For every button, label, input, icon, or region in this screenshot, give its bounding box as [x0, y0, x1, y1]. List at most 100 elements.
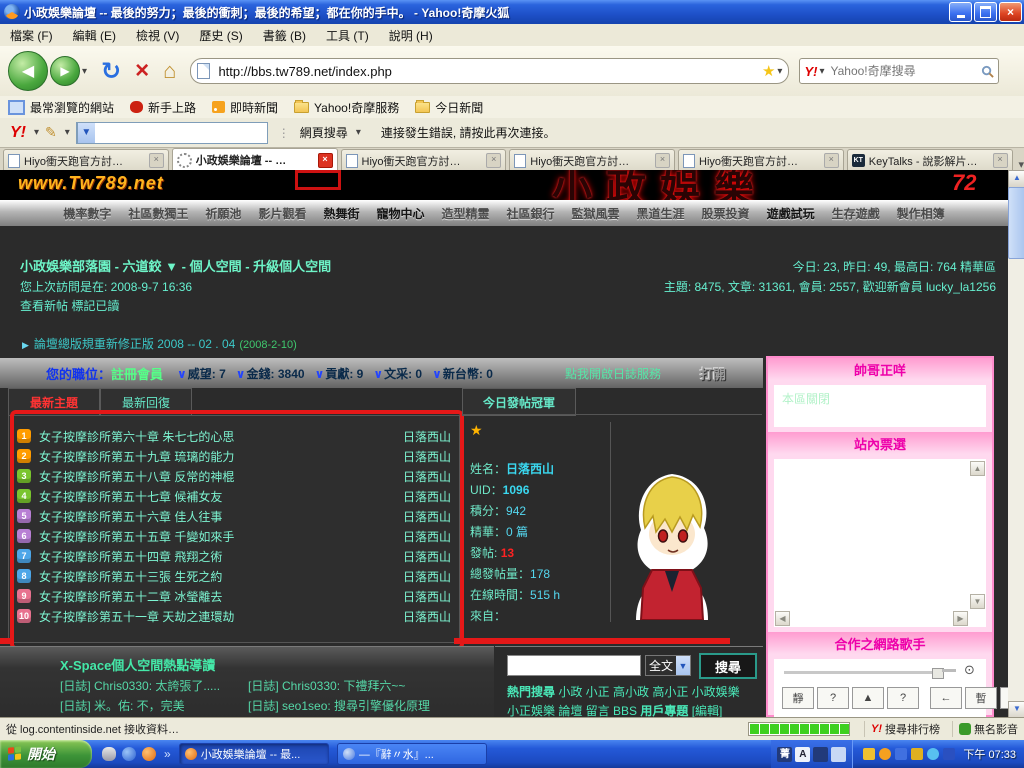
volume-tray-icon[interactable]: [927, 748, 939, 760]
tab-close-icon[interactable]: ×: [149, 153, 164, 168]
blog-entry-link[interactable]: [日誌] seo1seo: 搜尋引擎優化原理: [248, 697, 430, 714]
yahoo-toolbar-search-combo[interactable]: ▼: [76, 122, 268, 144]
tab-close-icon[interactable]: ×: [824, 153, 839, 168]
forum-breadcrumb[interactable]: 小政娛樂部落園 - 六道鉸 ▼ - 個人空間 - 升級個人空間: [20, 256, 331, 275]
url-input[interactable]: [216, 63, 762, 80]
nav-item[interactable]: 祈願池: [205, 205, 241, 222]
blog-entry-link[interactable]: [日誌] Chris0330: 太誇張了.....: [60, 677, 220, 694]
view-new-posts-links[interactable]: 查看新帖 標記已讀: [20, 297, 119, 314]
scroll-right-icon[interactable]: ▶: [953, 611, 968, 626]
forward-button[interactable]: ▶: [50, 56, 80, 86]
menu-file[interactable]: 檔案 (F): [0, 25, 63, 46]
tab-keytalks[interactable]: KTKeyTalks - 說影解片…×: [847, 149, 1013, 171]
mail-tray-icon[interactable]: [863, 748, 875, 760]
nav-item[interactable]: 遊戲試玩: [767, 205, 815, 222]
scroll-left-icon[interactable]: ◀: [775, 611, 790, 626]
show-desktop-icon[interactable]: [102, 747, 116, 761]
nav-item[interactable]: 生存遊戲: [832, 205, 880, 222]
page-scrollbar[interactable]: ▲ ▼: [1008, 170, 1024, 717]
tab-hiyo-1[interactable]: Hiyo衝天跑官方討…×: [3, 149, 169, 171]
yahoo-rank-badge[interactable]: Y!搜尋排行榜: [871, 721, 940, 737]
ie-icon[interactable]: [122, 747, 136, 761]
blog-entry-link[interactable]: [日誌] Chris0330: 下禮拜六~~: [248, 677, 405, 694]
minimize-button[interactable]: [949, 2, 972, 22]
player-back-button[interactable]: ←: [930, 687, 962, 709]
search-engine-dropdown-icon[interactable]: ▾: [819, 66, 824, 77]
forum-search-button[interactable]: 搜尋: [699, 653, 757, 679]
ime-options-icon[interactable]: [831, 747, 846, 762]
taskbar-task-forum[interactable]: 小政娛樂論壇 -- 最...: [179, 743, 329, 765]
player-play-button[interactable]: ▲: [852, 687, 884, 709]
yahoo-search-input[interactable]: [828, 63, 981, 79]
pencil-icon[interactable]: ✎: [45, 124, 57, 141]
alert-tray-icon[interactable]: [911, 748, 923, 760]
yahoo-logo-dropdown-icon[interactable]: ▾: [34, 127, 39, 138]
web-search-button[interactable]: 網頁搜尋: [300, 124, 348, 141]
clock[interactable]: 下午 07:33: [963, 746, 1016, 762]
scroll-down-icon[interactable]: ▼: [970, 594, 985, 609]
menu-history[interactable]: 歷史 (S): [189, 25, 252, 46]
ime-letter-icon[interactable]: A: [795, 747, 810, 762]
pencil-dropdown-icon[interactable]: ▾: [65, 127, 70, 138]
search-scope-select[interactable]: 全文▼: [645, 655, 691, 676]
yahoo-toolbar-logo-icon[interactable]: Y!: [10, 124, 26, 142]
nav-item[interactable]: 社區銀行: [507, 205, 555, 222]
tab-hiyo-2[interactable]: Hiyo衝天跑官方討…×: [341, 149, 507, 171]
player-seek-slider[interactable]: [784, 671, 934, 674]
toolbar-error-message[interactable]: 連接發生錯誤, 請按此再次連接。: [381, 124, 556, 141]
bookmark-latest-news[interactable]: 即時新聞: [212, 99, 278, 116]
nav-item[interactable]: 製作相簿: [897, 205, 945, 222]
tab-close-icon[interactable]: ×: [318, 153, 333, 168]
nav-item[interactable]: 寵物中心: [376, 205, 424, 222]
start-button[interactable]: 開始: [0, 740, 92, 768]
scroll-down-icon[interactable]: ▼: [1008, 701, 1024, 717]
tab-forum-active[interactable]: 小政娛樂論壇 -- …×: [172, 148, 338, 171]
web-search-dropdown-icon[interactable]: ▾: [356, 127, 361, 138]
player-target-icon[interactable]: ⊙: [964, 662, 975, 678]
document-tray-icon[interactable]: [943, 748, 955, 760]
tab-today-top-poster[interactable]: 今日發帖冠軍: [462, 388, 576, 416]
ime-chinese-icon[interactable]: 菁: [777, 747, 792, 762]
player-mute-button[interactable]: 靜: [782, 687, 814, 709]
app-tray-icon[interactable]: [895, 748, 907, 760]
close-button[interactable]: ×: [999, 2, 1022, 22]
bookmark-getting-started[interactable]: 新手上路: [130, 99, 196, 116]
scrollbar-thumb[interactable]: [1008, 187, 1024, 259]
menu-tools[interactable]: 工具 (T): [316, 25, 379, 46]
nav-item[interactable]: 社區數獨王: [128, 205, 188, 222]
restore-button[interactable]: [974, 2, 997, 22]
back-button[interactable]: ◀: [8, 51, 48, 91]
menu-help[interactable]: 說明 (H): [379, 25, 443, 46]
ime-keyboard-icon[interactable]: [813, 747, 828, 762]
nav-item[interactable]: 監獄風雲: [572, 205, 620, 222]
scroll-up-icon[interactable]: ▲: [1008, 170, 1024, 188]
tab-hiyo-3[interactable]: Hiyo衝天跑官方討…×: [509, 149, 675, 171]
blog-entry-link[interactable]: [日誌] 米。佑: 不，完美: [60, 697, 185, 714]
magnifier-icon[interactable]: [981, 65, 994, 78]
stop-button[interactable]: ×: [135, 57, 149, 85]
nav-item[interactable]: 影片觀看: [258, 205, 306, 222]
home-button[interactable]: ⌂: [163, 58, 176, 84]
forum-search-input[interactable]: [507, 655, 641, 676]
tab-close-icon[interactable]: ×: [655, 153, 670, 168]
url-bar[interactable]: ★ ▾: [190, 58, 789, 84]
menu-edit[interactable]: 編輯 (E): [63, 25, 126, 46]
player-button[interactable]: ?: [817, 687, 849, 709]
menu-bookmarks[interactable]: 書籤 (B): [253, 25, 316, 46]
open-button[interactable]: 打開: [700, 364, 726, 383]
taskbar-task-messenger[interactable]: —『辭〃水』...: [337, 743, 487, 765]
nav-item[interactable]: 機率數字: [63, 205, 111, 222]
bookmark-star-icon[interactable]: ★: [762, 62, 775, 80]
nav-item[interactable]: 股票投資: [702, 205, 750, 222]
history-dropdown-icon[interactable]: ▾: [82, 66, 87, 77]
messenger-tray-icon[interactable]: [879, 748, 891, 760]
combo-dropdown-icon[interactable]: ▼: [77, 123, 95, 143]
yahoo-search-box[interactable]: Y! ▾: [799, 58, 999, 84]
player-button[interactable]: ?: [887, 687, 919, 709]
url-dropdown-icon[interactable]: ▾: [777, 66, 782, 77]
open-blog-service-link[interactable]: 點我開啟日誌服務: [565, 365, 661, 382]
wretch-video-badge[interactable]: 無名影音: [959, 721, 1018, 737]
tab-close-icon[interactable]: ×: [993, 153, 1008, 168]
player-pause-button[interactable]: 暫: [965, 687, 997, 709]
tab-close-icon[interactable]: ×: [486, 153, 501, 168]
